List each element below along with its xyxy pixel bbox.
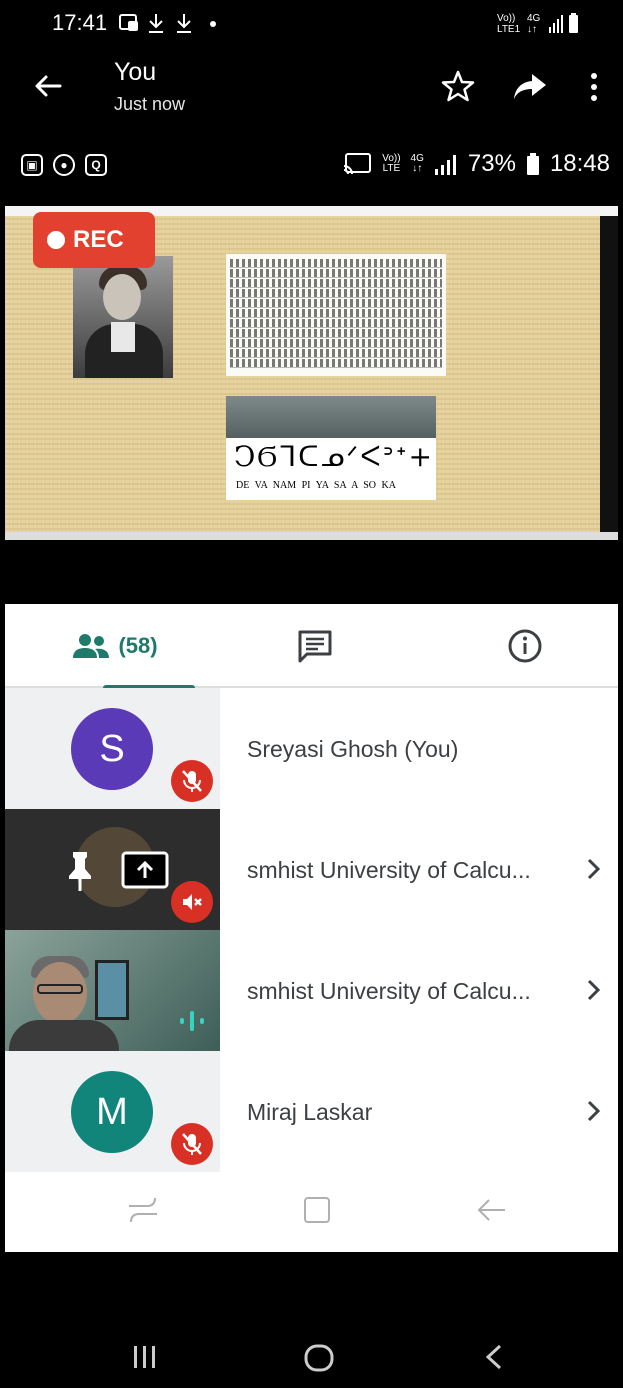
recent-apps-icon[interactable] (130, 1342, 160, 1372)
home-button-icon[interactable] (303, 1342, 335, 1374)
inner-navigation-bar (5, 1172, 618, 1252)
sent-time: Just now (114, 94, 186, 114)
star-icon[interactable] (440, 68, 476, 104)
participant-name: Sreyasi Ghosh (You) (247, 736, 459, 762)
people-icon (73, 634, 110, 658)
script-table-image (226, 254, 446, 376)
meeting-tabs: (58) (5, 604, 618, 690)
screen-record-icon: ▣ (21, 154, 43, 176)
outer-signal-indicators: Vo)) LTE1 4G ↓↑ (495, 10, 587, 39)
outer-status-bar: 17:41 Vo)) LTE1 4G ↓↑ (0, 0, 623, 48)
tab-people[interactable]: (58) (45, 604, 195, 690)
tab-chat[interactable] (275, 604, 355, 688)
svg-text:4G: 4G (527, 13, 541, 24)
mic-off-icon (171, 881, 213, 923)
participant-row[interactable]: smhist University of Calcu... (5, 930, 618, 1051)
stone-inscription-photo (226, 396, 436, 438)
shared-screenshot: ▣ ● Q Vo)) LTE 4G ↓↑ 73% 18:48 ϽϬᒣᑕᓄᐟᐸᐣᐩ… (5, 130, 618, 1388)
svg-text:LTE1: LTE1 (497, 24, 521, 35)
svg-text:Vo)): Vo)) (497, 13, 515, 24)
presentation-video[interactable]: ϽϬᒣᑕᓄᐟᐸᐣᐩ+ DE VA NAM PI YA SA A SO KA RE… (5, 206, 618, 604)
q-app-icon: Q (85, 154, 107, 176)
syllable-transliteration: DE VA NAM PI YA SA A SO KA (236, 480, 396, 491)
chevron-right-icon[interactable] (585, 857, 601, 881)
record-dot-icon (47, 231, 65, 249)
portrait-image (73, 256, 173, 378)
recents-gesture-icon[interactable] (127, 1194, 159, 1226)
mic-off-icon (171, 1123, 213, 1165)
sender-title: You (114, 58, 157, 86)
more-options-icon[interactable] (584, 70, 604, 104)
participant-tile: M (5, 1051, 220, 1172)
outer-black-padding (0, 1252, 623, 1312)
participant-name: smhist University of Calcu... (247, 857, 531, 883)
participant-row[interactable]: M Miraj Laskar (5, 1051, 618, 1172)
slide-bottom-bar (5, 532, 618, 540)
info-icon (508, 629, 542, 663)
participants-list: S Sreyasi Ghosh (You) smhist University … (5, 688, 618, 1172)
signal-icon (434, 155, 456, 175)
pin-icon[interactable] (65, 849, 95, 893)
battery-percent: 73% (467, 150, 516, 177)
cast-icon (344, 153, 372, 175)
participant-row[interactable]: S Sreyasi Ghosh (You) (5, 688, 618, 809)
chevron-right-icon[interactable] (585, 978, 601, 1002)
inner-status-bar: ▣ ● Q Vo)) LTE 4G ↓↑ 73% 18:48 (5, 130, 618, 206)
inner-clock: 18:48 (549, 150, 610, 177)
back-button-icon[interactable] (480, 1342, 510, 1372)
mic-off-icon (171, 760, 213, 802)
home-icon[interactable] (301, 1194, 333, 1226)
rec-label: REC (73, 226, 124, 253)
notification-icons (118, 11, 228, 41)
svg-text:↓↑: ↓↑ (527, 24, 537, 35)
back-gesture-icon[interactable] (475, 1194, 507, 1226)
avatar: M (71, 1071, 153, 1153)
inner-notification-icons: ▣ ● Q (21, 154, 107, 176)
4g-icon: 4G ↓↑ (410, 153, 424, 174)
participant-name: Miraj Laskar (247, 1099, 373, 1125)
outer-clock: 17:41 (52, 10, 108, 35)
recording-badge: REC (33, 212, 155, 268)
tab-info[interactable] (485, 604, 565, 688)
participant-tile: S (5, 688, 220, 809)
chat-icon (298, 630, 332, 663)
battery-icon (526, 153, 539, 175)
brahmi-glyphs: ϽϬᒣᑕᓄᐟᐸᐣᐩ+ (234, 440, 434, 473)
slide-side-band (600, 216, 618, 540)
chevron-right-icon[interactable] (585, 1099, 601, 1123)
speaking-indicator-icon (180, 1011, 204, 1031)
participant-name: smhist University of Calcu... (247, 978, 531, 1004)
volte-icon: Vo)) LTE (382, 153, 401, 174)
outer-navigation-bar (0, 1312, 623, 1388)
participant-tile (5, 809, 220, 930)
forward-icon[interactable] (512, 70, 548, 102)
inner-status-right: Vo)) LTE 4G ↓↑ 73% 18:48 (342, 150, 610, 178)
presenting-icon (121, 851, 169, 889)
inscription-image: ϽϬᒣᑕᓄᐟᐸᐣᐩ+ DE VA NAM PI YA SA A SO KA (226, 396, 436, 500)
participant-row[interactable]: smhist University of Calcu... (5, 809, 618, 930)
avatar: S (71, 708, 153, 790)
back-arrow-icon[interactable] (30, 68, 66, 104)
people-count: (58) (118, 633, 158, 658)
meet-icon: ● (53, 154, 75, 176)
viewer-app-bar: You Just now (0, 48, 623, 130)
participant-video-tile (5, 930, 220, 1051)
